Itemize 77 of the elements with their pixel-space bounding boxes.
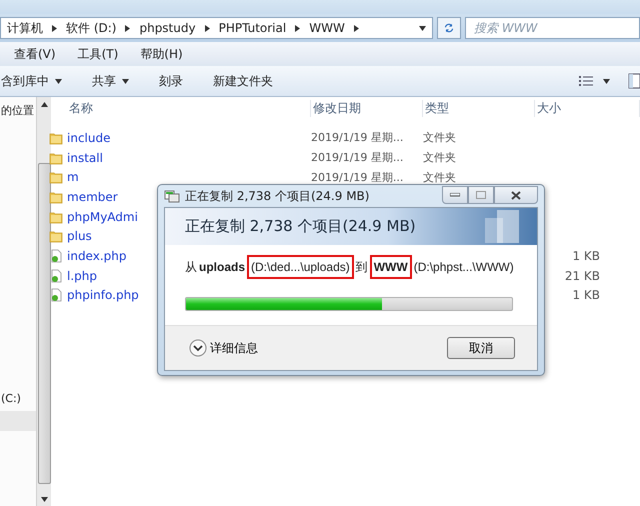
size-cell: 21 KB (564, 268, 600, 283)
maximize-icon (476, 191, 486, 199)
scroll-up-icon[interactable] (40, 101, 48, 108)
chevron-down-icon (189, 339, 207, 357)
address-bar[interactable]: 计算机 软件 (D:) phpstudy PHPTutorial WWW (0, 17, 433, 39)
column-header[interactable]: 类型 (423, 100, 535, 116)
folder-icon (49, 210, 63, 224)
file-name[interactable]: phpMyAdmi (67, 210, 138, 224)
dialog-title: 正在复制 2,738 个项目(24.9 MB) (185, 188, 370, 204)
chevron-icon[interactable] (294, 24, 302, 32)
breadcrumb[interactable]: phpstudy (139, 21, 196, 35)
file-name[interactable]: index.php (67, 248, 126, 263)
date-cell: 2019/1/19 星期... (311, 131, 404, 144)
chevron-icon[interactable] (352, 24, 360, 32)
source-name: uploads (199, 260, 246, 274)
type-cell: 文件夹 (423, 170, 456, 184)
size-cell: 1 KB (572, 288, 600, 302)
nav-item[interactable]: (C:) (0, 389, 36, 409)
menu-item[interactable]: 工具(T) (78, 46, 118, 62)
file-name[interactable]: install (67, 150, 103, 165)
details-toggle[interactable]: 详细信息 (189, 339, 258, 357)
column-header[interactable]: 大小 (535, 100, 640, 116)
date-cell: 2019/1/19 星期... (311, 151, 404, 164)
close-icon (511, 190, 521, 200)
copy-icon (164, 189, 180, 203)
file-name[interactable]: include (67, 130, 110, 145)
close-button[interactable] (494, 186, 538, 204)
pane-icon[interactable] (628, 73, 640, 89)
breadcrumb[interactable]: WWW (309, 21, 345, 35)
breadcrumb[interactable]: 软件 (D:) (66, 20, 116, 36)
type-cell: 文件夹 (423, 131, 456, 144)
file-name[interactable]: member (67, 190, 118, 204)
caret-icon[interactable] (55, 78, 62, 84)
highlighted-source-path: (D:\ded...\uploads) (247, 255, 354, 279)
search-field[interactable]: 搜索 WWW (465, 17, 640, 39)
caret-icon[interactable] (122, 78, 129, 84)
file-name[interactable]: l.php (67, 268, 97, 283)
column-header[interactable]: 名称 (69, 100, 311, 116)
chevron-icon[interactable] (204, 24, 211, 32)
nav-item[interactable]: 的位置 (0, 101, 36, 121)
type-cell: 文件夹 (423, 151, 456, 164)
dropdown-icon[interactable] (419, 24, 426, 32)
highlighted-destination-name: WWW (370, 255, 412, 279)
file-name[interactable]: plus (67, 229, 92, 244)
minimize-icon (450, 193, 460, 197)
folder-icon (49, 229, 63, 244)
column-header[interactable]: 修改日期 (311, 100, 423, 116)
refresh-button[interactable] (437, 17, 461, 39)
dialog-heading: 正在复制 2,738 个项目(24.9 MB) (185, 217, 416, 236)
refresh-icon (444, 21, 454, 35)
cancel-button[interactable]: 取消 (447, 337, 515, 359)
chevron-icon[interactable] (124, 24, 132, 32)
menu-item[interactable]: 查看(V) (14, 46, 56, 62)
breadcrumb[interactable]: PHPTutorial (218, 21, 286, 35)
toolbar-button[interactable]: 新建文件夹 (213, 72, 289, 90)
scroll-down-icon[interactable] (40, 496, 48, 503)
toolbar-button[interactable]: 含到库中 (1, 72, 78, 90)
folder-icon (49, 170, 63, 184)
folder-icon (49, 130, 63, 145)
file-name[interactable]: phpinfo.php (67, 288, 139, 302)
folder-icon (49, 150, 63, 165)
date-cell: 2019/1/19 星期... (311, 170, 404, 184)
breadcrumb[interactable]: 计算机 (7, 20, 43, 36)
view-icon[interactable] (579, 75, 595, 87)
dropdown-icon[interactable] (603, 78, 610, 84)
toolbar-button[interactable]: 共享 (92, 72, 145, 90)
file-name[interactable]: m (67, 170, 79, 184)
toolbar-button[interactable]: 刻录 (159, 72, 199, 90)
folder-icon (49, 190, 63, 204)
menu-item[interactable]: 帮助(H) (140, 46, 183, 62)
minimize-button[interactable] (442, 186, 468, 204)
size-cell: 1 KB (572, 248, 600, 263)
from-label: 从 (185, 258, 197, 276)
scrollbar[interactable] (36, 97, 51, 506)
chevron-icon[interactable] (51, 24, 58, 32)
to-label: 到 (356, 258, 368, 276)
destination-path: (D:\phpst...\WWW) (414, 260, 514, 274)
